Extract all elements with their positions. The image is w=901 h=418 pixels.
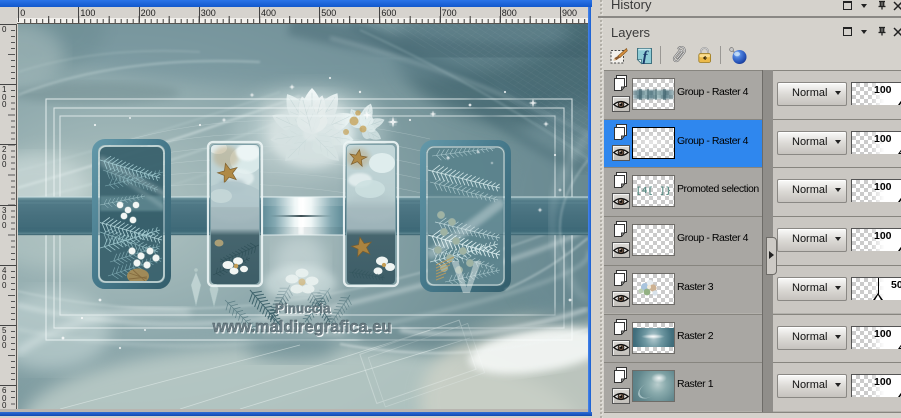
svg-text:www.maldiregrafica.eu: www.maldiregrafica.eu — [211, 318, 391, 336]
svg-text:V: V — [451, 251, 482, 303]
svg-text:Pinuccia: Pinuccia — [275, 301, 331, 316]
